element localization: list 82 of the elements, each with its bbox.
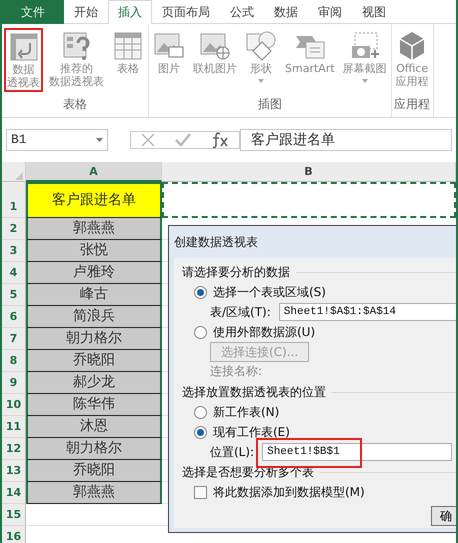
row-header[interactable]: 14 xyxy=(2,482,26,504)
table-icon xyxy=(112,30,144,62)
row-header[interactable]: 3 xyxy=(2,240,26,262)
radio-button[interactable] xyxy=(194,426,207,438)
ok-button[interactable]: 确 xyxy=(431,506,456,526)
check-icon[interactable] xyxy=(175,133,191,147)
ribbon-command-button[interactable]: 屏幕截图 xyxy=(340,28,389,86)
option-label[interactable]: 现有工作表(E) xyxy=(213,423,290,441)
radio-button[interactable] xyxy=(194,406,207,418)
ribbon-command-button[interactable]: 联机图片 xyxy=(191,28,239,78)
group-label: 插图 xyxy=(258,96,282,113)
ribbon-command-button[interactable]: 数据 透视表 xyxy=(4,28,43,92)
field-label: 表/区域(T): xyxy=(210,304,271,321)
table-cell: 张悦 xyxy=(26,240,162,262)
row-header[interactable]: 9 xyxy=(2,372,26,394)
ribbon-tab[interactable]: 页面布局 xyxy=(152,0,220,24)
radio-button[interactable] xyxy=(194,326,207,338)
file-tab[interactable]: 文件 xyxy=(2,0,64,24)
table-cell: 郭燕燕 xyxy=(26,218,162,240)
input-field[interactable]: Sheet1!$A$1:$A$14 xyxy=(278,303,456,321)
row-header[interactable]: 15 xyxy=(2,504,26,526)
group-label: 表格 xyxy=(63,96,87,113)
function-icon[interactable] xyxy=(211,132,229,148)
table-cell: 简浪兵 xyxy=(26,306,162,328)
field-label: 连接名称: xyxy=(209,363,264,380)
table-cell: 客户跟进名单 xyxy=(26,182,162,218)
row-header[interactable]: 12 xyxy=(2,438,26,460)
row-header[interactable]: 10 xyxy=(2,394,26,416)
ribbon-tab[interactable]: 插入 xyxy=(108,0,152,24)
table-cell: 乔晓阳 xyxy=(26,350,162,372)
row-header[interactable]: 2 xyxy=(2,218,26,240)
ribbon-tab[interactable]: 视图 xyxy=(352,0,396,24)
cell-reference: B1 xyxy=(11,131,27,149)
table-cell: 卢雅玲 xyxy=(26,262,162,284)
ribbon-tab[interactable]: 审阅 xyxy=(308,0,352,24)
name-box[interactable]: B1 xyxy=(6,129,108,151)
formula-field[interactable]: 客户跟进名单 xyxy=(240,129,452,151)
dialog-title: 创建数据透视表 xyxy=(174,234,259,251)
option-label[interactable]: 选择一个表或区域(S) xyxy=(213,283,326,301)
table-cell: 乔晓阳 xyxy=(26,460,162,482)
ribbon-tab[interactable]: 开始 xyxy=(64,0,108,24)
section-heading: 选择放置数据透视表的位置 xyxy=(182,384,326,401)
shapes-icon xyxy=(245,30,277,62)
ribbon-command-button[interactable]: 推荐的 数据透视表 xyxy=(47,28,106,90)
table-cell: 峰古 xyxy=(26,284,162,306)
table-cell: 郭燕燕 xyxy=(26,482,162,504)
selected-cell[interactable] xyxy=(162,182,456,218)
cancel-icon[interactable] xyxy=(141,133,155,147)
row-header[interactable]: 6 xyxy=(2,306,26,328)
row-header[interactable]: 1 xyxy=(2,182,26,218)
table-cell: 朝力格尔 xyxy=(26,438,162,460)
row-header[interactable]: 8 xyxy=(2,350,26,372)
radio-button[interactable] xyxy=(194,286,207,298)
ribbon-tab[interactable]: 公式 xyxy=(220,0,264,24)
column-header[interactable]: A xyxy=(26,162,162,182)
column-header[interactable]: B xyxy=(162,162,456,182)
ribbon-tab[interactable]: 数据 xyxy=(264,0,308,24)
option-label[interactable]: 使用外部数据源(U) xyxy=(213,323,316,341)
table-cell: 沐恩 xyxy=(26,416,162,438)
dropdown-icon[interactable] xyxy=(96,138,103,142)
ribbon-command-button[interactable]: 图片 xyxy=(151,28,187,78)
option-label[interactable]: 新工作表(N) xyxy=(213,403,280,421)
checkbox-label[interactable]: 将此数据添加到数据模型(M) xyxy=(213,483,365,501)
table-cell: 郝少龙 xyxy=(26,372,162,394)
ribbon-command-button[interactable]: Office 应用程 xyxy=(394,28,431,90)
row-header[interactable]: 11 xyxy=(2,416,26,438)
row-header[interactable]: 13 xyxy=(2,460,26,482)
row-header[interactable]: 7 xyxy=(2,328,26,350)
table-question-icon xyxy=(60,30,92,62)
input-field[interactable]: Sheet1!$B$1 xyxy=(262,443,452,461)
ribbon-command-button[interactable]: 表格 xyxy=(110,28,146,78)
checkbox[interactable] xyxy=(194,486,207,498)
group-label: 应用程 xyxy=(394,96,430,113)
table-cell: 陈华伟 xyxy=(26,394,162,416)
ribbon-command-button[interactable]: 形状 xyxy=(243,28,279,86)
row-header[interactable]: 4 xyxy=(2,262,26,284)
section-heading: 请选择要分析的数据 xyxy=(182,264,290,281)
ribbon-command-button[interactable]: SmartArt xyxy=(283,28,337,78)
row-header[interactable]: 16 xyxy=(2,526,26,543)
row-header[interactable]: 5 xyxy=(2,284,26,306)
field-label: 位置(L): xyxy=(210,444,254,461)
table-cell: 朝力格尔 xyxy=(26,328,162,350)
